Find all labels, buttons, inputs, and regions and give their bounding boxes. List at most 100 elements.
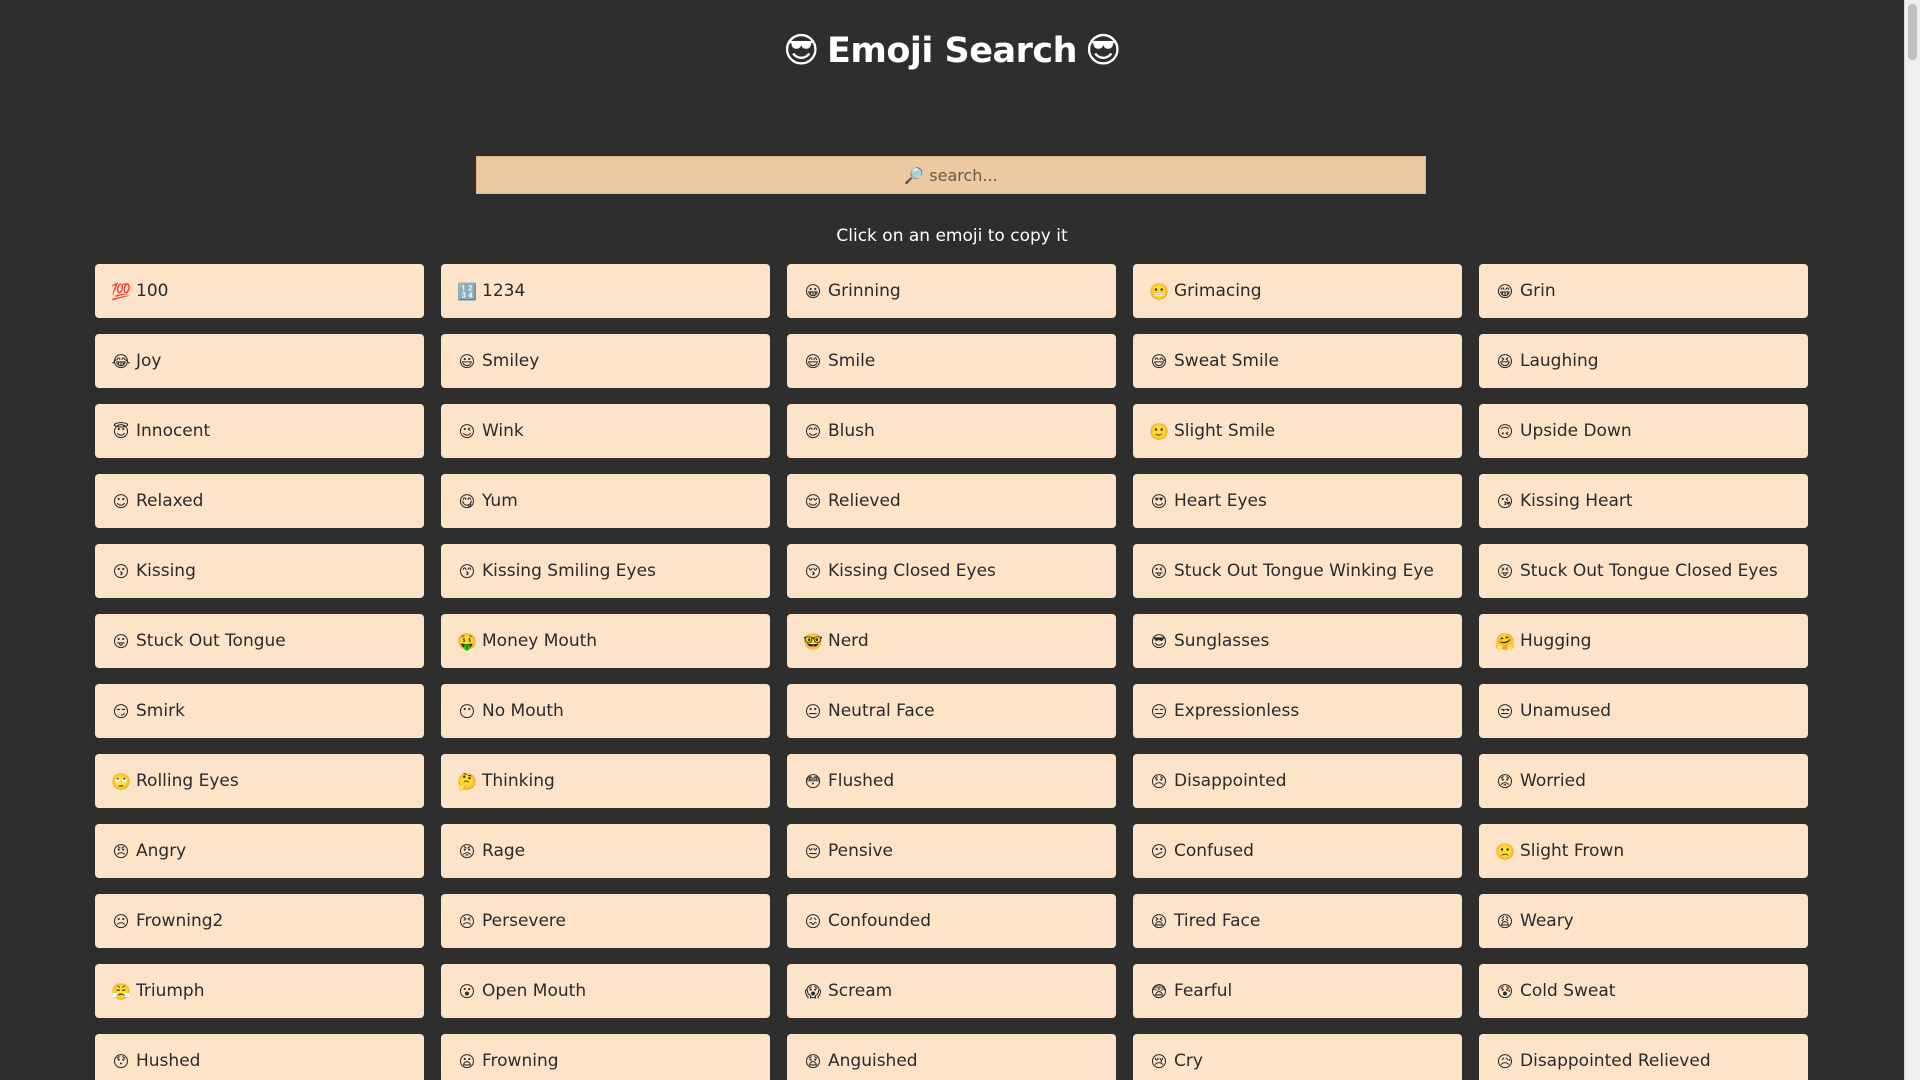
emoji-card[interactable]: 🤑 Money Mouth [441,614,770,668]
emoji-card[interactable]: 😙 Kissing Smiling Eyes [441,544,770,598]
emoji-icon: 😛 [112,631,130,651]
emoji-card[interactable]: 😯 Hushed [95,1034,424,1080]
emoji-card[interactable]: 🙃 Upside Down [1479,404,1808,458]
emoji-label: Flushed [828,771,895,791]
page-title: 😎 Emoji Search 😎 [0,30,1904,71]
emoji-card[interactable]: 😧 Anguished [787,1034,1116,1080]
emoji-icon: 🙂 [1149,421,1169,441]
emoji-card[interactable]: 🤔 Thinking [441,754,770,808]
emoji-icon: 😶 [458,701,476,721]
emoji-icon: 😝 [1496,561,1514,581]
emoji-card[interactable]: 😚 Kissing Closed Eyes [787,544,1116,598]
emoji-label: Joy [136,351,162,371]
emoji-card[interactable]: 😐 Neutral Face [787,684,1116,738]
emoji-label: Smirk [136,701,185,721]
emoji-card[interactable]: 😁 Grin [1479,264,1808,318]
emoji-icon: 😊 [804,421,822,441]
scrollbar-thumb[interactable] [1908,4,1917,60]
emoji-card[interactable]: 😳 Flushed [787,754,1116,808]
page-title-text: Emoji Search [826,31,1078,71]
emoji-card[interactable]: 😌 Relieved [787,474,1116,528]
emoji-card[interactable]: 😉 Wink [441,404,770,458]
emoji-card[interactable]: 🙁 Slight Frown [1479,824,1808,878]
emoji-card[interactable]: 😠 Angry [95,824,424,878]
emoji-card[interactable]: 😃 Smiley [441,334,770,388]
vertical-scrollbar[interactable] [1904,0,1920,1080]
emoji-card[interactable]: 😑 Expressionless [1133,684,1462,738]
emoji-card[interactable]: 😞 Disappointed [1133,754,1462,808]
emoji-card[interactable]: 😏 Smirk [95,684,424,738]
emoji-card[interactable]: 😍 Heart Eyes [1133,474,1462,528]
emoji-card[interactable]: 😮 Open Mouth [441,964,770,1018]
emoji-card[interactable]: 😅 Sweat Smile [1133,334,1462,388]
emoji-card[interactable]: 🤓 Nerd [787,614,1116,668]
emoji-label: No Mouth [482,701,564,721]
emoji-label: Confounded [828,911,932,931]
emoji-label: Kissing Smiling Eyes [482,561,656,581]
emoji-card[interactable]: 😝 Stuck Out Tongue Closed Eyes [1479,544,1808,598]
emoji-card[interactable]: 😤 Triumph [95,964,424,1018]
emoji-card[interactable]: 😗 Kissing [95,544,424,598]
emoji-card[interactable]: 😦 Frowning [441,1034,770,1080]
emoji-card[interactable]: 😥 Disappointed Relieved [1479,1034,1808,1080]
emoji-label: Angry [136,841,187,861]
emoji-card[interactable]: 🤗 Hugging [1479,614,1808,668]
emoji-card[interactable]: 😘 Kissing Heart [1479,474,1808,528]
search-bar[interactable] [476,156,1426,194]
emoji-card[interactable]: 😟 Worried [1479,754,1808,808]
search-input[interactable] [477,157,1425,193]
emoji-icon: 😘 [1496,491,1514,511]
emoji-icon: 🤓 [803,631,823,651]
emoji-label: Hugging [1520,631,1592,651]
emoji-card[interactable]: 😜 Stuck Out Tongue Winking Eye [1133,544,1462,598]
emoji-card[interactable]: 😱 Scream [787,964,1116,1018]
emoji-card[interactable]: 😂 Joy [95,334,424,388]
emoji-card[interactable]: 😬 Grimacing [1133,264,1462,318]
emoji-card[interactable]: 😄 Smile [787,334,1116,388]
emoji-card[interactable]: 🔢 1234 [441,264,770,318]
emoji-icon: 😦 [458,1051,476,1071]
emoji-card[interactable]: 😖 Confounded [787,894,1116,948]
emoji-card[interactable]: 😡 Rage [441,824,770,878]
emoji-label: Frowning [482,1051,559,1071]
emoji-card[interactable]: 😕 Confused [1133,824,1462,878]
emoji-label: Kissing Heart [1520,491,1633,511]
emoji-icon: 😀 [804,281,822,301]
emoji-card[interactable]: ☺ Relaxed [95,474,424,528]
emoji-icon: 😞 [1150,771,1168,791]
emoji-label: Pensive [828,841,893,861]
emoji-icon: 🤔 [457,771,477,791]
emoji-card[interactable]: 😰 Cold Sweat [1479,964,1808,1018]
emoji-card[interactable]: 😩 Weary [1479,894,1808,948]
emoji-card[interactable]: 😛 Stuck Out Tongue [95,614,424,668]
emoji-card[interactable]: 😇 Innocent [95,404,424,458]
emoji-label: Smiley [482,351,540,371]
emoji-card[interactable]: ☹ Frowning2 [95,894,424,948]
emoji-search-page: 😎Emoji Search😎 Click on an emoji to copy… [0,0,1920,1080]
emoji-label: Hushed [136,1051,201,1071]
sunglasses-icon: 😎 [782,31,820,71]
emoji-card[interactable]: 😫 Tired Face [1133,894,1462,948]
emoji-card[interactable]: 😎 Sunglasses [1133,614,1462,668]
emoji-icon: 😖 [804,911,822,931]
emoji-icon: 😚 [804,561,822,581]
copy-hint: Click on an emoji to copy it [836,226,1068,246]
emoji-card[interactable]: 😊 Blush [787,404,1116,458]
emoji-icon: ☹ [112,911,130,931]
emoji-icon: 😢 [1150,1051,1168,1071]
emoji-card[interactable]: 😋 Yum [441,474,770,528]
emoji-card[interactable]: 😆 Laughing [1479,334,1808,388]
emoji-card[interactable]: 😢 Cry [1133,1034,1462,1080]
emoji-card[interactable]: 😔 Pensive [787,824,1116,878]
emoji-icon: 😧 [804,1051,822,1071]
emoji-card[interactable]: 😀 Grinning [787,264,1116,318]
emoji-card[interactable]: 🙄 Rolling Eyes [95,754,424,808]
emoji-card[interactable]: 😣 Persevere [441,894,770,948]
emoji-icon: 🙁 [1495,841,1515,861]
emoji-card[interactable]: 😒 Unamused [1479,684,1808,738]
emoji-card[interactable]: 🙂 Slight Smile [1133,404,1462,458]
emoji-card[interactable]: 😨 Fearful [1133,964,1462,1018]
emoji-icon: 😌 [804,491,822,511]
emoji-card[interactable]: 💯 100 [95,264,424,318]
emoji-card[interactable]: 😶 No Mouth [441,684,770,738]
